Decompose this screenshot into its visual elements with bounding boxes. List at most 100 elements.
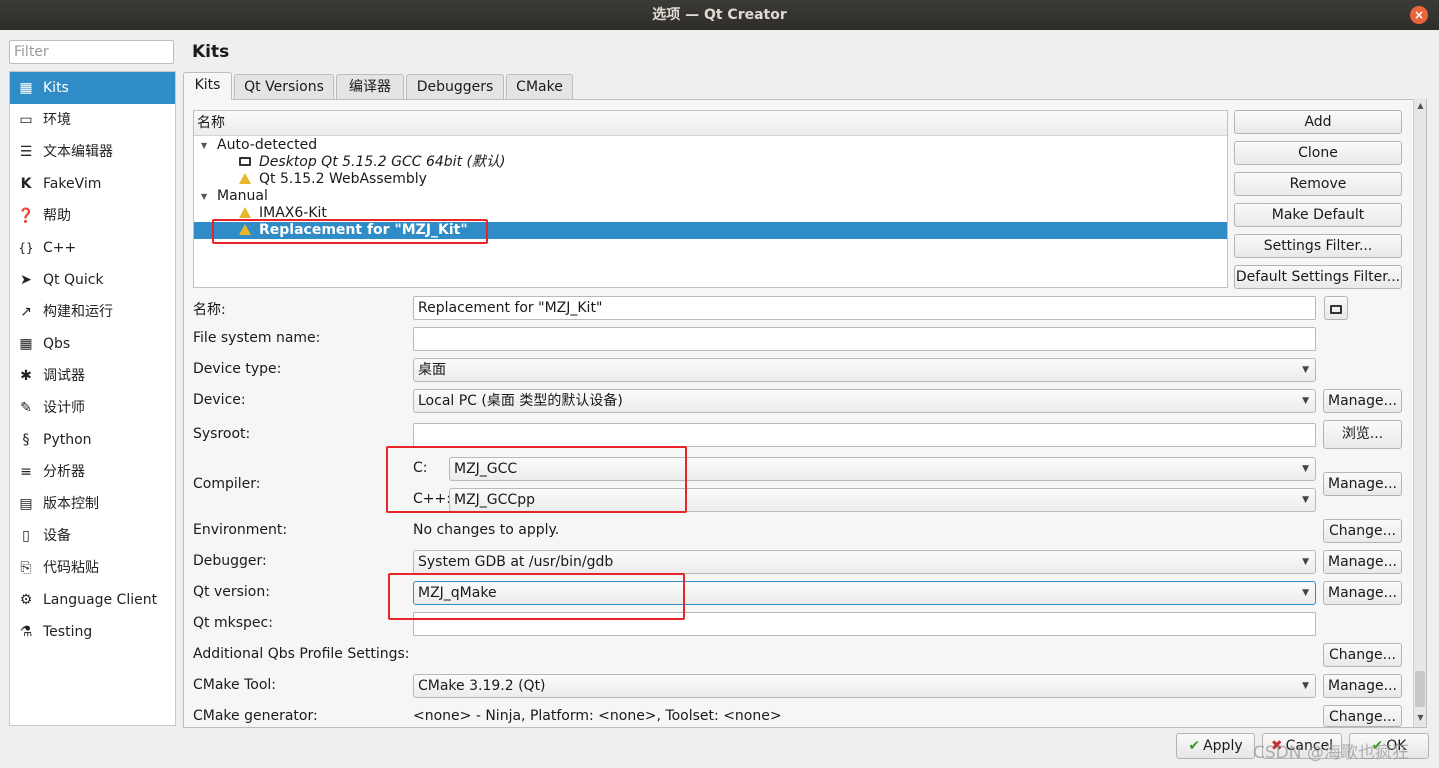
apply-button[interactable]: ✔ Apply [1176, 733, 1255, 759]
sysroot-input[interactable] [413, 423, 1316, 447]
device-type-combo[interactable]: 桌面 ▼ [413, 358, 1316, 382]
language-client-icon: ⚙ [19, 592, 33, 608]
help-icon: ❓ [17, 208, 35, 224]
qt-mkspec-input[interactable] [413, 612, 1316, 636]
sidebar-item-version-control[interactable]: ▤ 版本控制 [10, 488, 175, 520]
tree-item-wasm-kit[interactable]: Qt 5.15.2 WebAssembly [194, 171, 1227, 188]
clone-kit-button[interactable]: Clone [1234, 141, 1402, 165]
qt-version-manage-button[interactable]: Manage... [1323, 581, 1402, 605]
sidebar-item-language-client[interactable]: ⚙ Language Client [10, 584, 175, 616]
sidebar-item-devices[interactable]: ▯ 设备 [10, 520, 175, 552]
tab-compilers[interactable]: 编译器 [336, 74, 404, 99]
filter-input[interactable]: Filter [9, 40, 174, 64]
qbs-icon: ▦ [19, 336, 33, 352]
environment-value: No changes to apply. [413, 522, 560, 538]
environment-change-button[interactable]: Change... [1323, 519, 1402, 543]
c-compiler-combo[interactable]: MZJ_GCC ▼ [449, 457, 1316, 481]
sidebar-item-help[interactable]: ❓ 帮助 [10, 200, 175, 232]
tab-qt-versions[interactable]: Qt Versions [234, 74, 334, 99]
expand-arrow-icon[interactable]: ▼ [201, 137, 207, 154]
cmake-generator-label: CMake generator: [193, 708, 318, 724]
device-icon: ▯ [22, 528, 30, 544]
scroll-down-icon[interactable]: ▼ [1415, 713, 1426, 722]
monitor-icon [1330, 305, 1342, 314]
vertical-scrollbar[interactable]: ▲ ▼ [1413, 99, 1426, 727]
scroll-up-icon[interactable]: ▲ [1415, 101, 1426, 110]
sidebar-item-fakevim[interactable]: K FakeVim [10, 168, 175, 200]
qt-version-combo[interactable]: MZJ_qMake ▼ [413, 581, 1316, 605]
device-manage-button[interactable]: Manage... [1323, 389, 1402, 413]
settings-filter-button[interactable]: Settings Filter... [1234, 234, 1402, 258]
check-icon: ✔ [1188, 738, 1201, 754]
environment-label: Environment: [193, 522, 288, 538]
chevron-down-icon: ▼ [1302, 495, 1309, 505]
scrollbar-thumb[interactable] [1415, 671, 1425, 707]
sidebar-item-cpp[interactable]: {} C++ [10, 232, 175, 264]
compiler-manage-button[interactable]: Manage... [1323, 472, 1402, 496]
sidebar-item-qbs[interactable]: ▦ Qbs [10, 328, 175, 360]
sysroot-browse-button[interactable]: 浏览... [1323, 420, 1402, 449]
flask-icon: ⚗ [19, 624, 33, 640]
qbs-profile-change-button[interactable]: Change... [1323, 643, 1402, 667]
remove-kit-button[interactable]: Remove [1234, 172, 1402, 196]
sidebar-item-qt-quick[interactable]: ➤ Qt Quick [10, 264, 175, 296]
sidebar-item-python[interactable]: § Python [10, 424, 175, 456]
file-system-name-input[interactable] [413, 327, 1316, 351]
cmake-tool-manage-button[interactable]: Manage... [1323, 674, 1402, 698]
sidebar-item-designer[interactable]: ✎ 设计师 [10, 392, 175, 424]
warning-icon [239, 224, 251, 235]
cmake-generator-change-button[interactable]: Change... [1323, 705, 1402, 727]
file-system-name-label: File system name: [193, 330, 321, 346]
kits-icon: ▦ [19, 80, 33, 96]
debugger-combo[interactable]: System GDB at /usr/bin/gdb ▼ [413, 550, 1316, 574]
tab-kits[interactable]: Kits [183, 72, 232, 100]
bug-icon: ✱ [20, 368, 32, 384]
sidebar-item-analyzer[interactable]: ≡ 分析器 [10, 456, 175, 488]
braces-icon: {} [18, 241, 34, 255]
fakevim-icon: K [20, 176, 32, 192]
chevron-down-icon: ▼ [1302, 396, 1309, 406]
expand-arrow-icon[interactable]: ▼ [201, 188, 207, 205]
window-titlebar: 选项 — Qt Creator × [0, 0, 1439, 30]
cmake-tool-combo[interactable]: CMake 3.19.2 (Qt) ▼ [413, 674, 1316, 698]
kits-tree[interactable]: 名称 ▼ Auto-detected Desktop Qt 5.15.2 GCC… [193, 110, 1228, 288]
cpp-compiler-combo[interactable]: MZJ_GCCpp ▼ [449, 488, 1316, 512]
device-type-label: Device type: [193, 361, 282, 377]
analyzer-icon: ≡ [20, 464, 32, 480]
sidebar-item-testing[interactable]: ⚗ Testing [10, 616, 175, 648]
sidebar-item-kits[interactable]: ▦ Kits [10, 72, 175, 104]
close-window-button[interactable]: × [1410, 6, 1428, 24]
window-title: 选项 — Qt Creator [652, 7, 787, 23]
make-default-button[interactable]: Make Default [1234, 203, 1402, 227]
default-settings-filter-button[interactable]: Default Settings Filter... [1234, 265, 1402, 289]
tab-debuggers[interactable]: Debuggers [406, 74, 504, 99]
add-kit-button[interactable]: Add [1234, 110, 1402, 134]
text-editor-icon: ☰ [19, 144, 33, 160]
sidebar-item-environment[interactable]: ▭ 环境 [10, 104, 175, 136]
tree-group-auto-detected[interactable]: ▼ Auto-detected [194, 137, 1227, 154]
sidebar-item-text-editor[interactable]: ☰ 文本编辑器 [10, 136, 175, 168]
kit-icon-button[interactable] [1324, 296, 1348, 320]
hammer-icon: ↗ [20, 304, 32, 320]
sidebar-item-debugger[interactable]: ✱ 调试器 [10, 360, 175, 392]
kit-name-input[interactable]: Replacement for "MZJ_Kit" [413, 296, 1316, 320]
chevron-down-icon: ▼ [1302, 464, 1309, 474]
qtquick-icon: ➤ [20, 272, 32, 288]
debugger-manage-button[interactable]: Manage... [1323, 550, 1402, 574]
sidebar-item-build-run[interactable]: ↗ 构建和运行 [10, 296, 175, 328]
qbs-profile-label: Additional Qbs Profile Settings: [193, 646, 410, 662]
chevron-down-icon: ▼ [1302, 588, 1309, 598]
warning-icon [239, 207, 251, 218]
tab-cmake[interactable]: CMake [506, 74, 573, 99]
tree-group-manual[interactable]: ▼ Manual [194, 188, 1227, 205]
tree-item-desktop-kit[interactable]: Desktop Qt 5.15.2 GCC 64bit (默认) [194, 154, 1227, 171]
sidebar-item-code-paste[interactable]: ⎘ 代码粘贴 [10, 552, 175, 584]
pen-icon: ✎ [20, 400, 32, 416]
qt-version-label: Qt version: [193, 584, 270, 600]
version-control-icon: ▤ [19, 496, 33, 512]
tree-item-replacement-kit[interactable]: Replacement for "MZJ_Kit" [194, 222, 1227, 239]
cmake-generator-value: <none> - Ninja, Platform: <none>, Toolse… [413, 708, 782, 724]
tree-item-imax-kit[interactable]: IMAX6-Kit [194, 205, 1227, 222]
device-combo[interactable]: Local PC (桌面 类型的默认设备) ▼ [413, 389, 1316, 413]
warning-icon [239, 173, 251, 184]
